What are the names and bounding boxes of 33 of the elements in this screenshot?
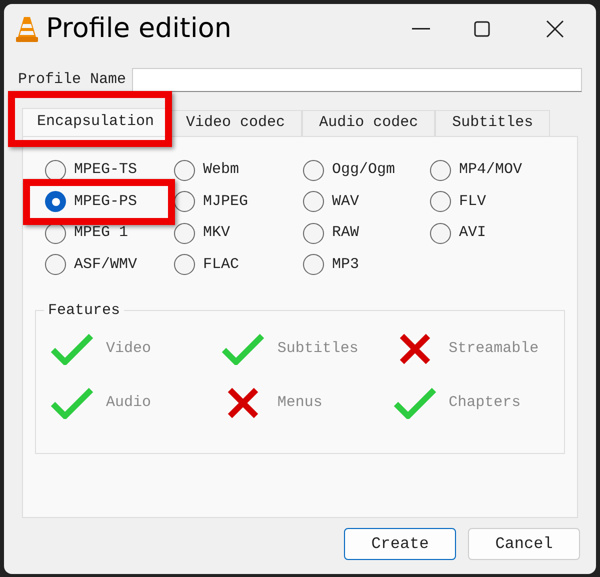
minimize-icon[interactable] [412,27,430,31]
format-radio[interactable]: MPEG-TS [45,159,138,182]
format-radio[interactable]: RAW [303,222,360,244]
format-radio[interactable]: MPEG 1 [45,222,128,244]
format-radio[interactable]: MJPEG [174,190,248,213]
dialog-button[interactable]: Cancel [468,528,580,560]
tab[interactable]: Video codec [169,110,302,136]
close-icon[interactable] [546,20,564,38]
window-title: Profile edition [46,12,232,46]
feature-label: Menus [277,392,322,413]
maximize-icon[interactable] [474,21,490,37]
format-radio[interactable]: AVI [430,222,486,244]
feature-label: Subtitles [277,338,358,359]
format-radio[interactable]: FLV [430,190,486,213]
profile-name-field[interactable] [132,68,582,92]
feature-label: Chapters [448,392,521,413]
format-radio[interactable]: MP4/MOV [430,159,522,182]
feature-label: Streamable [448,338,539,359]
profile-name-label: Profile Name [18,70,126,90]
format-radio[interactable]: Ogg/Ogm [303,159,396,182]
format-radio[interactable]: Webm [174,159,240,182]
tab[interactable]: Audio codec [302,110,436,136]
feature-label: Audio [106,392,152,413]
format-radio[interactable]: MP3 [303,254,360,276]
tab[interactable]: Subtitles [435,110,550,136]
format-radio[interactable]: MPEG-PS [45,190,138,213]
format-radio[interactable]: ASF/WMV [45,254,138,276]
feature-label: Video [106,338,152,359]
format-radio[interactable]: MKV [174,222,230,244]
traffic-cone-icon [16,16,38,42]
format-radio[interactable]: FLAC [174,254,240,276]
format-radio[interactable]: WAV [303,190,360,213]
dialog-button[interactable]: Create [344,528,456,560]
